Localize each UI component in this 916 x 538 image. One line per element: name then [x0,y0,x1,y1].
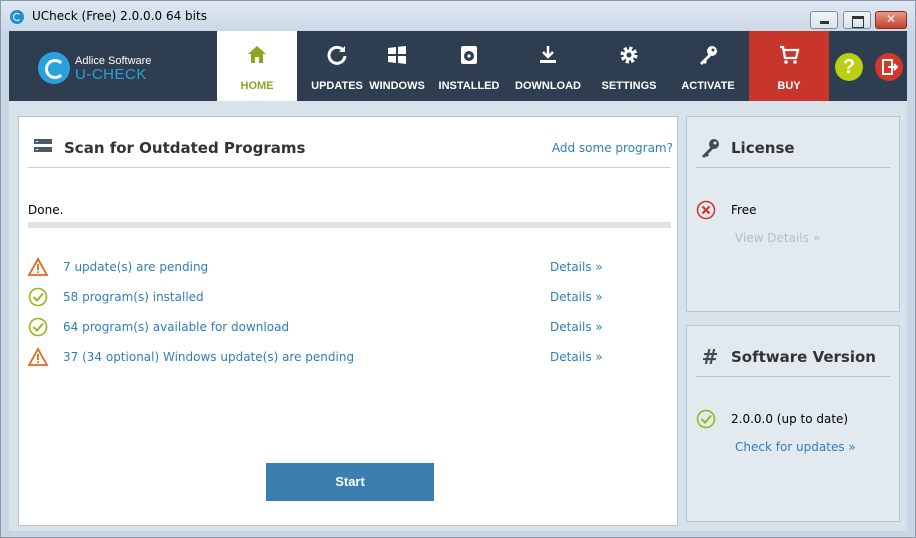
result-text: 64 program(s) available for download [63,320,290,334]
scan-panel-title: Scan for Outdated Programs [64,139,306,157]
warning-icon [28,347,48,366]
divider [696,167,890,168]
nav-windows[interactable]: WINDOWS [357,31,437,101]
exit-icon [882,59,899,75]
close-button[interactable] [875,11,907,29]
window-title: UCheck (Free) 2.0.0.0 64 bits [32,9,207,23]
result-text: 37 (34 optional) Windows update(s) are p… [63,350,355,364]
gear-icon [620,46,638,64]
nav-installed-label: INSTALLED [438,80,500,92]
brand: Adlice Software U-CHECK [9,31,217,101]
minimize-button[interactable] [810,11,838,29]
nav-activate[interactable]: ACTIVATE [668,31,748,101]
warning-icon [28,257,48,276]
maximize-button[interactable] [843,11,871,29]
result-row: 64 program(s) available for download Det… [28,317,608,339]
view-details-link: View Details » [735,231,821,245]
nav-buy-label: BUY [777,80,801,92]
start-button[interactable]: Start [266,463,434,501]
result-row: 58 program(s) installed Details » [28,287,608,309]
check-updates-link[interactable]: Check for updates » [735,440,856,454]
download-icon [540,46,556,63]
divider [696,376,890,377]
nav-home-label: HOME [240,80,274,92]
key-icon [702,139,719,158]
refresh-icon [327,45,347,65]
title-bar[interactable]: UCheck (Free) 2.0.0.0 64 bits [1,1,915,31]
nav-installed[interactable]: INSTALLED [429,31,509,101]
nav-download-label: DOWNLOAD [515,80,581,92]
check-icon [28,317,48,337]
version-panel: # Software Version 2.0.0.0 (up to date) … [686,325,900,522]
app-window: UCheck (Free) 2.0.0.0 64 bits Adlice Sof… [0,0,916,538]
details-link[interactable]: Details » [550,350,603,364]
check-icon [696,409,716,429]
scan-progress-fill [28,222,671,228]
key-icon [700,46,717,65]
cart-icon [780,45,800,64]
nav-settings[interactable]: SETTINGS [589,31,669,101]
app-icon [10,10,24,24]
logo-icon [38,52,70,84]
scan-progress-bar [28,222,671,228]
result-row: 37 (34 optional) Windows update(s) are p… [28,347,608,369]
nav-home[interactable]: HOME [217,31,297,101]
scan-status: Done. [28,203,64,217]
scan-panel: Scan for Outdated Programs Add some prog… [18,116,678,526]
divider [28,167,671,168]
hash-icon: # [701,345,719,369]
check-icon [28,287,48,307]
version-status: 2.0.0.0 (up to date) [731,412,849,426]
server-icon [34,139,52,152]
result-row: 7 update(s) are pending Details » [28,257,608,279]
windows-icon [388,46,406,64]
version-title: Software Version [731,348,876,366]
disk-icon [461,46,477,64]
content-area: Scan for Outdated Programs Add some prog… [9,101,907,531]
nav-buy[interactable]: BUY [749,31,829,101]
license-panel: License Free View Details » [686,116,900,312]
top-navigation: Adlice Software U-CHECK HOME UPDATES WIN… [9,31,907,101]
home-icon [248,46,266,63]
nav-download[interactable]: DOWNLOAD [508,31,588,101]
add-program-link[interactable]: Add some program? [552,141,673,155]
details-link[interactable]: Details » [550,260,603,274]
details-link[interactable]: Details » [550,290,603,304]
nav-activate-label: ACTIVATE [681,80,735,92]
result-text: 7 update(s) are pending [63,260,209,274]
exit-button[interactable] [875,53,903,81]
details-link[interactable]: Details » [550,320,603,334]
result-text: 58 program(s) installed [63,290,204,304]
nav-settings-label: SETTINGS [601,80,657,92]
error-icon [696,200,716,220]
nav-windows-label: WINDOWS [369,80,425,92]
license-status: Free [731,203,757,217]
license-title: License [731,139,795,157]
help-button[interactable]: ? [835,53,863,81]
brand-product: U-CHECK [75,66,147,83]
